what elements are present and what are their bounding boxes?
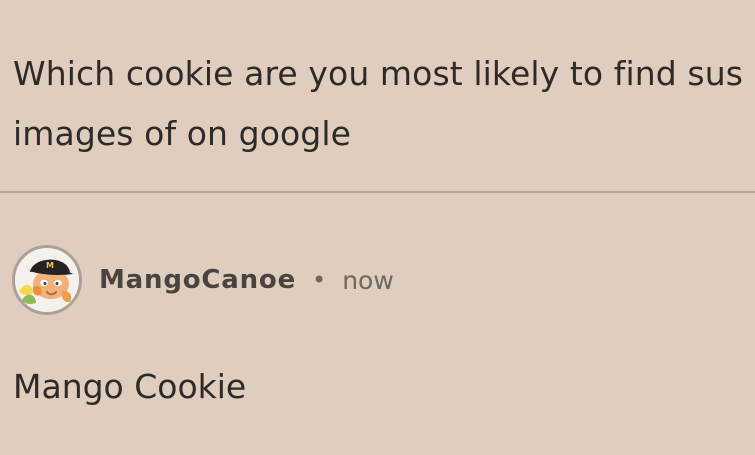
reply-author[interactable]: MangoCanoe	[99, 265, 296, 295]
thread-divider	[0, 191, 755, 193]
reply-text: Mango Cookie	[13, 367, 247, 406]
reply-header: M MangoCanoe • now	[12, 245, 394, 315]
mango-cookie-avatar-icon: M	[19, 259, 73, 304]
user-avatar[interactable]: M	[12, 245, 82, 315]
discussion-thread: Which cookie are you most likely to find…	[0, 0, 755, 455]
svg-text:M: M	[46, 261, 54, 270]
reply-timestamp: now	[342, 265, 394, 295]
question-text: Which cookie are you most likely to find…	[13, 54, 744, 153]
meta-separator: •	[312, 266, 327, 294]
